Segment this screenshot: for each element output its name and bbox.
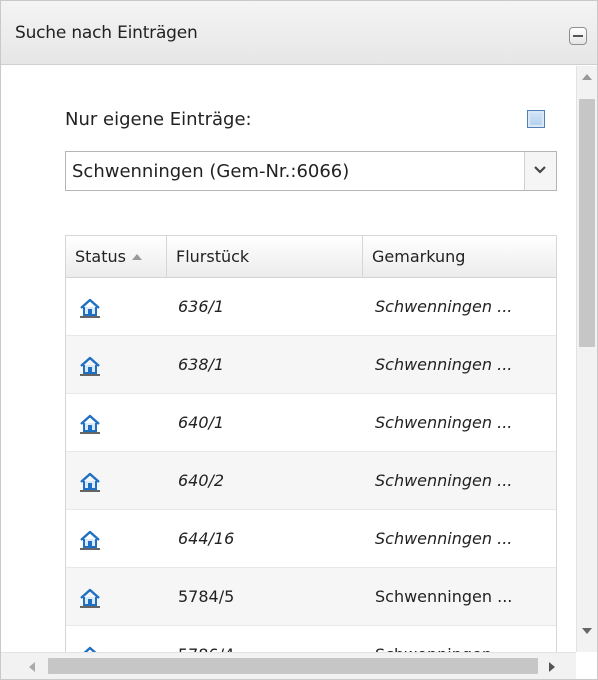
house-icon <box>79 356 101 376</box>
table-row[interactable]: 644/16 Schwenningen ... <box>66 510 556 568</box>
gemarkung-cell: Schwenningen ... <box>375 355 513 374</box>
flurstueck-cell: 644/16 <box>178 529 235 548</box>
flurstueck-cell: 5784/5 <box>178 587 235 606</box>
search-panel: Suche nach Einträgen Nur eigene Einträge… <box>0 0 598 680</box>
vertical-scrollbar[interactable] <box>576 66 597 652</box>
gemarkung-select[interactable]: Schwenningen (Gem-Nr.:6066) <box>65 151 557 191</box>
panel-header: Suche nach Einträgen <box>1 1 597 65</box>
flurstueck-cell: 638/1 <box>178 355 225 374</box>
flurstueck-cell: 640/1 <box>178 413 225 432</box>
scroll-left-icon[interactable] <box>29 662 35 672</box>
flurstueck-cell: 640/2 <box>178 471 225 490</box>
house-icon <box>79 414 101 434</box>
table-row[interactable]: 640/1 Schwenningen ... <box>66 394 556 452</box>
gemarkung-cell: Schwenningen ... <box>375 587 513 606</box>
horizontal-scroll-thumb[interactable] <box>48 658 538 674</box>
scroll-right-icon[interactable] <box>549 662 555 672</box>
results-table: Status Flurstück Gemarkung 636/1 Schwenni… <box>65 235 557 652</box>
horizontal-scrollbar[interactable] <box>1 652 576 679</box>
table-header: Status Flurstück Gemarkung <box>66 236 556 278</box>
table-row[interactable]: 5786/4 Schwenningen ... <box>66 626 556 652</box>
house-icon <box>79 530 101 550</box>
table-row[interactable]: 640/2 Schwenningen ... <box>66 452 556 510</box>
gemarkung-cell: Schwenningen ... <box>375 471 513 490</box>
gemarkung-cell: Schwenningen ... <box>375 297 513 316</box>
column-header-status[interactable]: Status <box>66 236 167 277</box>
house-icon <box>79 588 101 608</box>
column-header-flurstueck[interactable]: Flurstück <box>167 236 363 277</box>
scroll-down-icon[interactable] <box>582 628 592 634</box>
scroll-up-icon[interactable] <box>582 74 592 80</box>
column-header-label: Flurstück <box>176 247 250 266</box>
own-entries-label: Nur eigene Einträge: <box>65 109 252 130</box>
sort-ascending-icon <box>131 254 142 260</box>
column-header-gemarkung[interactable]: Gemarkung <box>363 236 556 277</box>
table-row[interactable]: 636/1 Schwenningen ... <box>66 278 556 336</box>
gemarkung-cell: Schwenningen ... <box>375 626 551 652</box>
vertical-scroll-thumb[interactable] <box>579 99 595 347</box>
flurstueck-cell: 636/1 <box>178 297 225 316</box>
column-header-label: Gemarkung <box>372 247 466 266</box>
column-header-label: Status <box>75 247 126 266</box>
own-entries-checkbox[interactable] <box>527 110 545 128</box>
chevron-down-icon[interactable] <box>524 152 556 190</box>
gemarkung-cell: Schwenningen ... <box>375 529 513 548</box>
table-row[interactable]: 5784/5 Schwenningen ... <box>66 568 556 626</box>
select-value: Schwenningen (Gem-Nr.:6066) <box>72 161 350 182</box>
collapse-icon[interactable] <box>569 27 587 45</box>
flurstueck-cell: 5786/4 <box>178 626 358 652</box>
house-icon <box>79 298 101 318</box>
panel-title: Suche nach Einträgen <box>15 23 198 43</box>
table-row[interactable]: 638/1 Schwenningen ... <box>66 336 556 394</box>
house-icon <box>79 472 101 492</box>
gemarkung-cell: Schwenningen ... <box>375 413 513 432</box>
